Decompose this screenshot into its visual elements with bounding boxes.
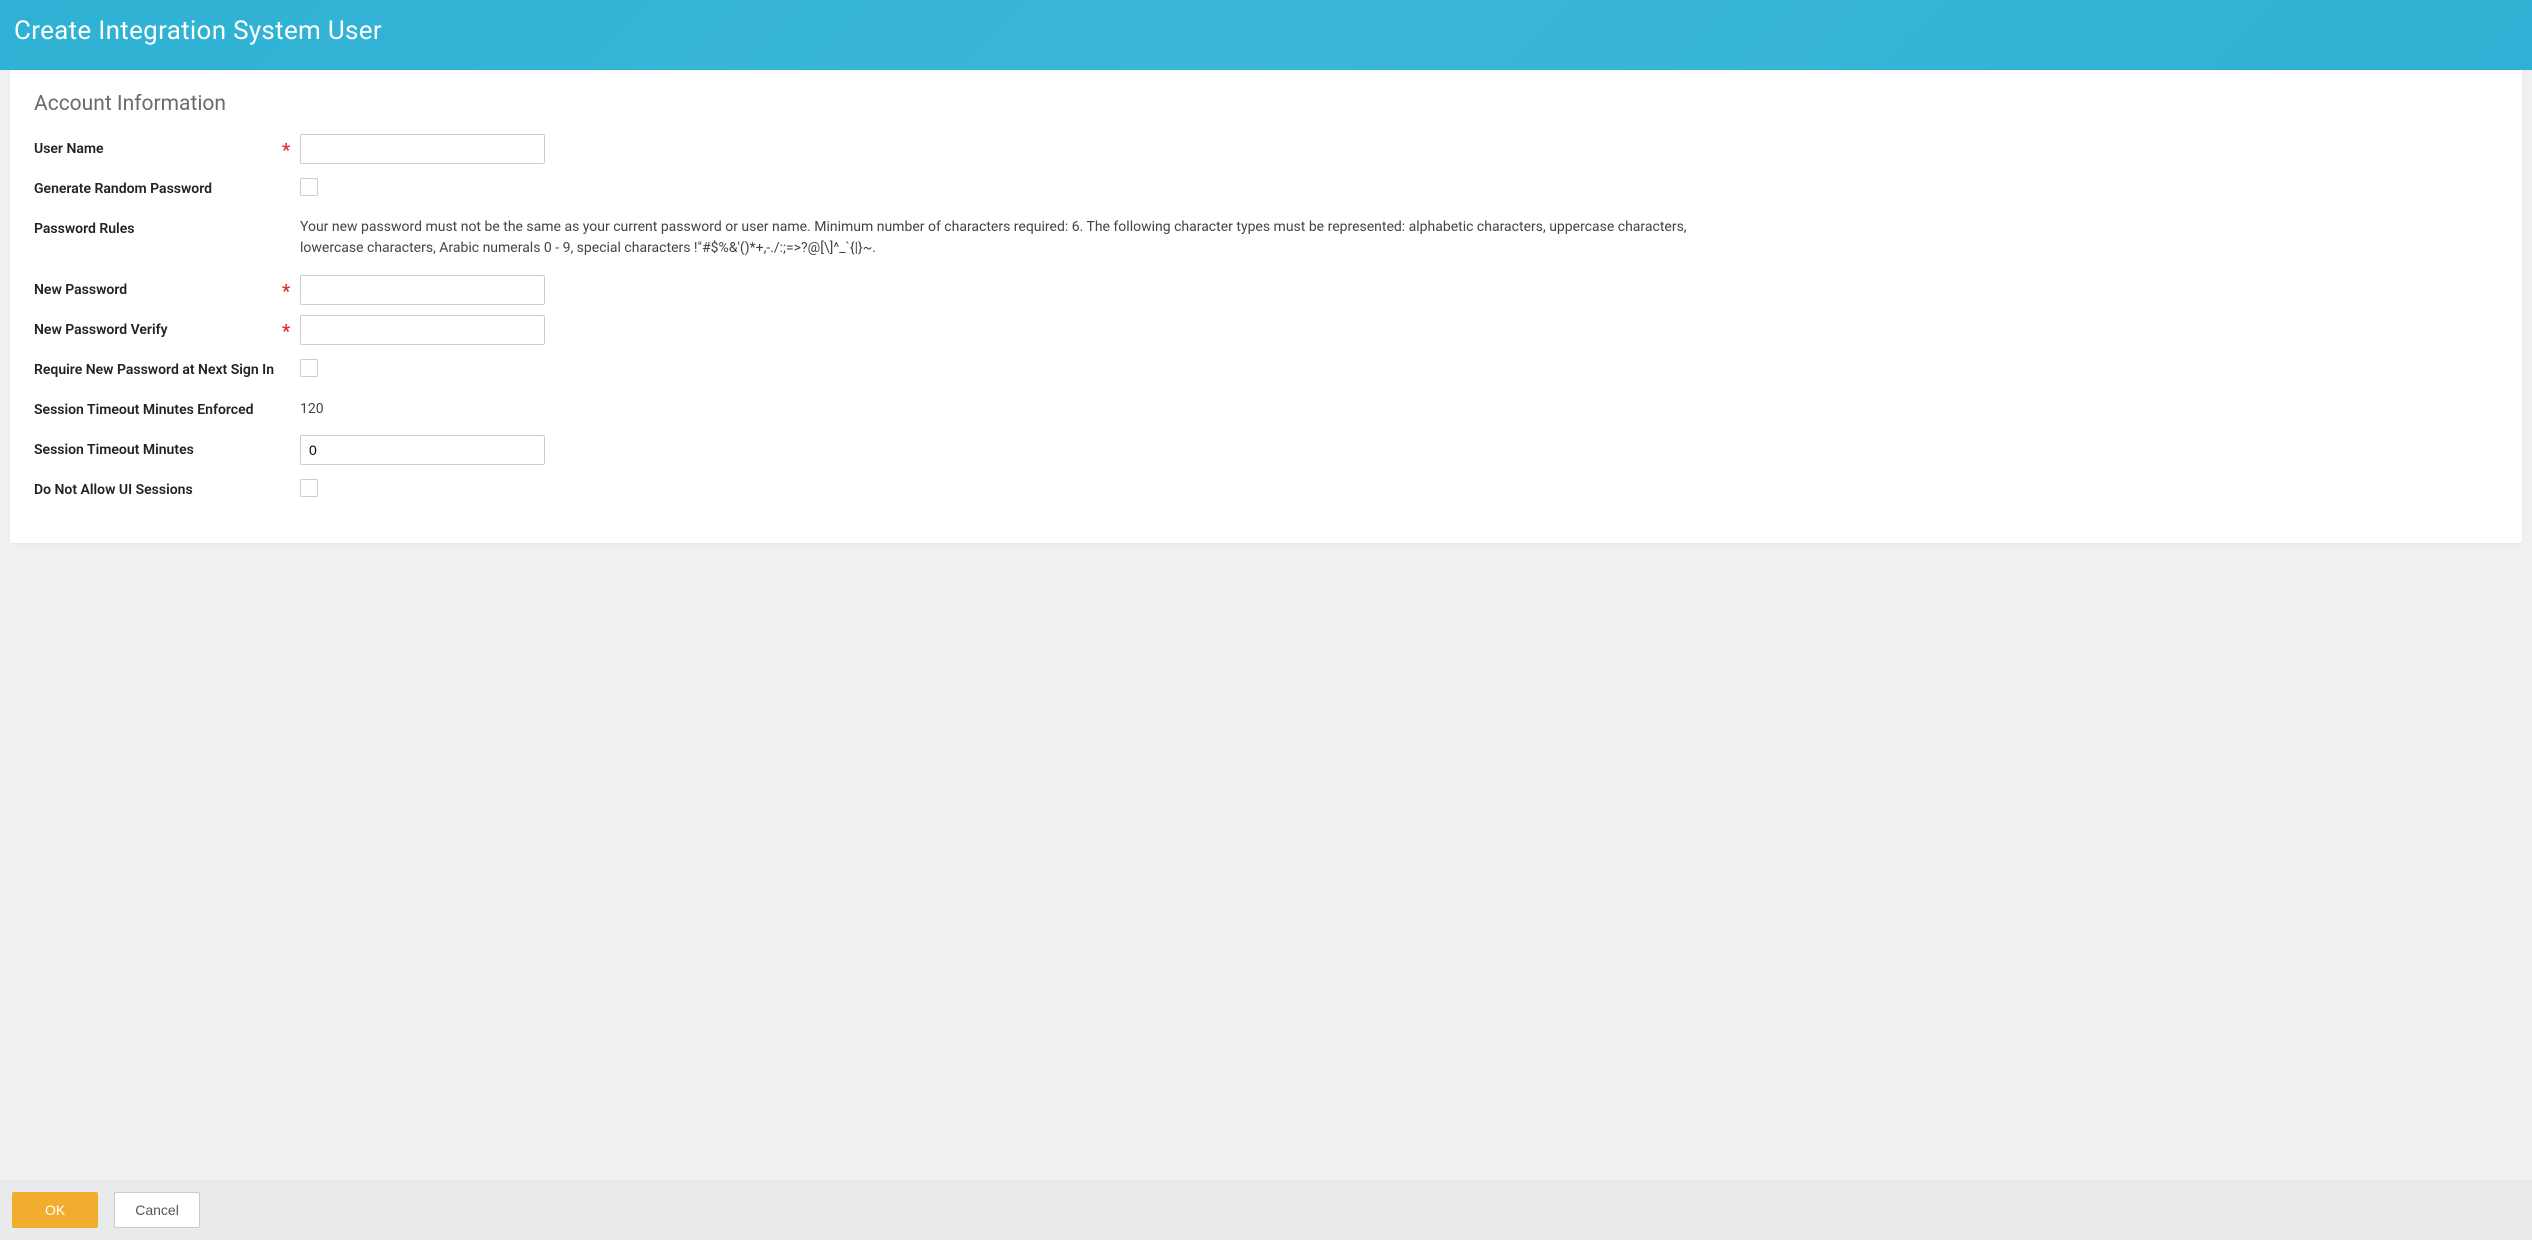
label-session-timeout-minutes: Session Timeout Minutes: [34, 435, 282, 459]
row-require-new-password: Require New Password at Next Sign In: [34, 355, 2498, 385]
do-not-allow-ui-checkbox[interactable]: [300, 479, 318, 497]
ok-button[interactable]: OK: [12, 1192, 98, 1228]
label-password-rules: Password Rules: [34, 214, 282, 238]
page-title: Create Integration System User: [14, 16, 2518, 46]
session-timeout-minutes-input[interactable]: [300, 435, 545, 465]
require-new-password-checkbox[interactable]: [300, 359, 318, 377]
required-asterisk-icon: *: [282, 315, 300, 341]
row-session-timeout-minutes: Session Timeout Minutes: [34, 435, 2498, 465]
row-session-timeout-enforced: Session Timeout Minutes Enforced 120: [34, 395, 2498, 425]
label-do-not-allow-ui: Do Not Allow UI Sessions: [34, 475, 282, 499]
new-password-input[interactable]: [300, 275, 545, 305]
label-new-password-verify: New Password Verify: [34, 315, 282, 339]
generate-random-password-checkbox[interactable]: [300, 178, 318, 196]
footer-action-bar: OK Cancel: [0, 1180, 2532, 1240]
required-asterisk-icon: *: [282, 275, 300, 301]
section-title: Account Information: [34, 92, 2498, 116]
label-new-password: New Password: [34, 275, 282, 299]
row-do-not-allow-ui: Do Not Allow UI Sessions: [34, 475, 2498, 505]
row-new-password: New Password *: [34, 275, 2498, 305]
required-asterisk-icon: *: [282, 134, 300, 160]
label-require-new-password: Require New Password at Next Sign In: [34, 355, 282, 379]
label-session-timeout-enforced: Session Timeout Minutes Enforced: [34, 395, 282, 419]
label-username: User Name: [34, 134, 282, 158]
row-password-rules: Password Rules Your new password must no…: [34, 214, 2498, 259]
row-new-password-verify: New Password Verify *: [34, 315, 2498, 345]
username-input[interactable]: [300, 134, 545, 164]
form-card: Account Information User Name * Generate…: [10, 70, 2522, 543]
cancel-button[interactable]: Cancel: [114, 1192, 200, 1228]
row-username: User Name *: [34, 134, 2498, 164]
row-generate-random-password: Generate Random Password: [34, 174, 2498, 204]
new-password-verify-input[interactable]: [300, 315, 545, 345]
label-generate-random-password: Generate Random Password: [34, 174, 282, 198]
session-timeout-enforced-value: 120: [300, 395, 324, 417]
password-rules-text: Your new password must not be the same a…: [300, 214, 1720, 259]
page-header: Create Integration System User: [0, 0, 2532, 70]
